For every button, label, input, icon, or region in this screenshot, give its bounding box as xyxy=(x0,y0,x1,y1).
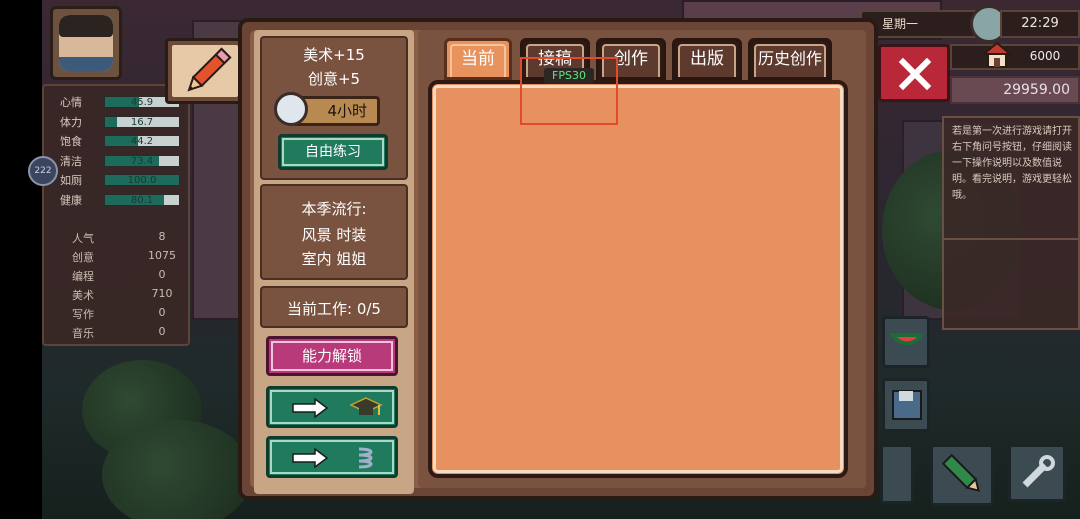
settings-button[interactable] xyxy=(1008,444,1066,502)
tool-button[interactable] xyxy=(880,444,914,504)
watermelon-icon xyxy=(889,333,925,346)
stat-bar: 16.7 xyxy=(104,115,180,128)
season-title: 本季流行: xyxy=(301,200,367,218)
stopwatch-icon xyxy=(274,92,308,126)
creativity-gain: 创意+5 xyxy=(307,70,361,88)
close-icon xyxy=(898,57,932,91)
art-category-tab[interactable] xyxy=(165,38,245,104)
side-badge[interactable]: 222 xyxy=(28,156,58,186)
current-work-panel: 当前工作: 0/5 xyxy=(260,286,408,328)
attribute-label: 创意 xyxy=(72,251,94,264)
attribute-value: 0 xyxy=(158,325,166,338)
attribute-label: 美术 xyxy=(72,289,94,302)
season-trend-panel: 本季流行: 风景 时装 室内 姐姐 xyxy=(260,184,408,280)
stat-row: 健康 80.1 xyxy=(60,193,180,207)
attribute-row: 创意 1075 xyxy=(72,249,182,265)
stat-label: 健康 xyxy=(60,193,82,207)
stat-label: 饱食 xyxy=(60,135,82,148)
study-button[interactable] xyxy=(266,386,398,428)
attribute-row: 编程 0 xyxy=(72,268,182,284)
fps-counter: FPS30 xyxy=(544,68,594,84)
pencil-button[interactable] xyxy=(930,444,994,506)
floppy-disk-icon xyxy=(892,390,922,420)
graduation-cap-icon xyxy=(349,397,383,415)
close-button[interactable] xyxy=(878,44,950,102)
watermelon-button[interactable] xyxy=(882,316,930,368)
time-display: 22:29 xyxy=(1000,10,1080,38)
wrench-icon xyxy=(1022,455,1055,488)
attribute-label: 人气 xyxy=(72,232,94,245)
stat-row: 如厕 100.0 xyxy=(60,173,180,187)
stat-label: 心情 xyxy=(60,96,82,109)
day-display: 星期一 xyxy=(860,10,980,38)
stat-row: 饱食 44.2 xyxy=(60,134,180,148)
tab-current[interactable]: 当前 xyxy=(444,38,512,80)
tab-history[interactable]: 历史创作 xyxy=(748,38,832,80)
pencil-icon xyxy=(187,47,232,92)
tab-content-area xyxy=(428,80,848,478)
attribute-row: 美术 710 xyxy=(72,287,182,303)
stat-label: 如厕 xyxy=(60,174,82,187)
stat-value: 80.1 xyxy=(130,194,154,206)
attribute-value: 1075 xyxy=(148,249,176,262)
stat-row: 体力 16.7 xyxy=(60,115,180,129)
tab-publish[interactable]: 出版 xyxy=(672,38,742,80)
attribute-label: 音乐 xyxy=(72,327,94,340)
save-button[interactable] xyxy=(882,378,930,432)
art-gain: 美术+15 xyxy=(303,46,365,64)
stat-value: 16.7 xyxy=(130,116,154,128)
attribute-value: 710 xyxy=(151,287,173,300)
ability-unlock-button[interactable]: 能力解锁 xyxy=(266,336,398,376)
rest-button[interactable] xyxy=(266,436,398,478)
help-panel-extension xyxy=(942,240,1080,330)
stat-bar: 73.4 xyxy=(104,154,180,167)
stat-bar: 80.1 xyxy=(104,193,180,206)
stat-bar: 100.0 xyxy=(104,174,180,186)
cash-value: 29959.00 xyxy=(950,76,1080,104)
stat-label: 清洁 xyxy=(60,154,82,168)
stat-row: 清洁 73.4 xyxy=(60,154,180,168)
season-trend-line2: 室内 姐姐 xyxy=(301,250,367,268)
pencil-icon xyxy=(941,453,980,492)
attribute-row: 音乐 0 xyxy=(72,325,182,341)
spring-icon xyxy=(358,447,373,469)
stat-bar: 44.2 xyxy=(104,135,180,147)
stat-value: 44.2 xyxy=(130,136,154,147)
attribute-value: 8 xyxy=(158,230,166,243)
free-practice-button[interactable]: 自由练习 xyxy=(278,134,388,170)
money-value: 6000 xyxy=(1029,49,1061,63)
tree xyxy=(102,420,252,519)
arrow-right-icon xyxy=(292,398,329,418)
stat-value: 100.0 xyxy=(127,175,157,186)
season-trend-line1: 风景 时装 xyxy=(301,226,367,244)
current-work-label: 当前工作: 0/5 xyxy=(287,300,381,318)
attribute-value: 0 xyxy=(158,306,166,319)
house-icon xyxy=(982,41,1012,68)
attribute-row: 写作 0 xyxy=(72,306,182,322)
stat-row: 心情 45.9 xyxy=(60,95,180,109)
attribute-label: 编程 xyxy=(72,270,94,283)
attribute-label: 写作 xyxy=(72,308,94,321)
avatar xyxy=(59,15,113,71)
attribute-value: 0 xyxy=(158,268,166,281)
stat-label: 体力 xyxy=(60,115,82,129)
attribute-row: 人气 8 xyxy=(72,230,182,246)
arrow-right-icon xyxy=(292,448,329,468)
stat-value: 73.4 xyxy=(130,155,154,167)
player-portrait[interactable] xyxy=(50,6,122,80)
help-text: 若是第一次进行游戏请打开右下角问号按钮，仔细阅读一下操作说明以及数值说明。看完说… xyxy=(942,116,1080,240)
